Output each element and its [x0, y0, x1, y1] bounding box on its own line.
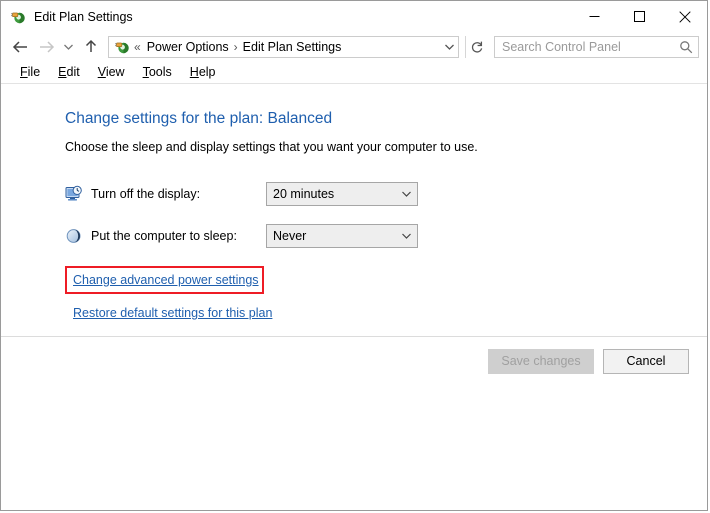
- window-empty-area: [1, 385, 707, 508]
- page-title: Change settings for the plan: Balanced: [65, 110, 707, 128]
- search-box[interactable]: [494, 36, 699, 58]
- breadcrumb-item-edit-plan-settings[interactable]: Edit Plan Settings: [243, 40, 342, 54]
- search-input[interactable]: [495, 40, 674, 54]
- menu-accel-file: F: [20, 65, 28, 79]
- minimize-button[interactable]: [572, 1, 617, 32]
- search-icon[interactable]: [674, 40, 698, 54]
- page-subtitle: Choose the sleep and display settings th…: [65, 140, 707, 154]
- menu-item-tools[interactable]: Tools: [134, 63, 181, 81]
- maximize-button[interactable]: [617, 1, 662, 32]
- menu-item-file[interactable]: File: [11, 63, 49, 81]
- forward-button[interactable]: [33, 35, 59, 59]
- breadcrumb-overflow-chevrons[interactable]: «: [134, 40, 147, 54]
- address-bar: « Power Options › Edit Plan Settings: [1, 32, 707, 61]
- put-computer-to-sleep-dropdown[interactable]: Never: [266, 224, 418, 248]
- breadcrumb-item-power-options[interactable]: Power Options: [147, 40, 229, 54]
- menu-label-file: ile: [28, 65, 41, 79]
- restore-default-settings-link[interactable]: Restore default settings for this plan: [73, 306, 272, 320]
- chevron-down-icon[interactable]: [395, 232, 417, 240]
- title-bar: Edit Plan Settings: [1, 1, 707, 32]
- menu-label-edit: dit: [67, 65, 80, 79]
- menu-bar: File Edit View Tools Help: [1, 61, 707, 83]
- breadcrumb[interactable]: « Power Options › Edit Plan Settings: [108, 36, 459, 58]
- save-changes-button[interactable]: Save changes: [488, 349, 594, 374]
- menu-item-help[interactable]: Help: [181, 63, 225, 81]
- setting-row-put-computer-to-sleep: Put the computer to sleep: Never: [65, 224, 707, 248]
- edit-plan-settings-window: Edit Plan Settings: [0, 0, 708, 511]
- put-computer-to-sleep-value: Never: [267, 229, 395, 243]
- menu-item-view[interactable]: View: [89, 63, 134, 81]
- chevron-down-icon[interactable]: [395, 190, 417, 198]
- setting-label-turn-off-display: Turn off the display:: [91, 187, 266, 201]
- breadcrumb-power-icon: [114, 39, 130, 55]
- recent-locations-button[interactable]: [59, 35, 78, 59]
- change-advanced-power-settings-link[interactable]: Change advanced power settings: [73, 273, 259, 287]
- setting-row-turn-off-display: Turn off the display: 20 minutes: [65, 182, 707, 206]
- chevron-down-icon[interactable]: [440, 37, 458, 57]
- window-title: Edit Plan Settings: [34, 10, 133, 24]
- cancel-button[interactable]: Cancel: [603, 349, 689, 374]
- display-clock-icon: [65, 185, 83, 203]
- menu-label-help: elp: [199, 65, 216, 79]
- menu-label-view: iew: [106, 65, 125, 79]
- menu-item-edit[interactable]: Edit: [49, 63, 89, 81]
- sleep-moon-icon: [65, 227, 83, 245]
- footer-button-bar: Save changes Cancel: [1, 337, 707, 385]
- content-panel: Change settings for the plan: Balanced C…: [1, 84, 707, 336]
- up-button[interactable]: [78, 35, 104, 59]
- turn-off-display-value: 20 minutes: [267, 187, 395, 201]
- menu-accel-help: H: [190, 65, 199, 79]
- turn-off-display-dropdown[interactable]: 20 minutes: [266, 182, 418, 206]
- menu-accel-view: V: [98, 65, 106, 79]
- menu-label-tools: ools: [149, 65, 172, 79]
- breadcrumb-separator[interactable]: ›: [229, 40, 243, 54]
- close-button[interactable]: [662, 1, 707, 32]
- power-plan-icon: [10, 9, 26, 25]
- advanced-settings-link-row: Change advanced power settings: [65, 266, 707, 294]
- refresh-button[interactable]: [465, 36, 488, 58]
- back-button[interactable]: [7, 35, 33, 59]
- caption-button-group: [572, 1, 707, 32]
- setting-label-put-computer-to-sleep: Put the computer to sleep:: [91, 229, 266, 243]
- menu-accel-edit: E: [58, 65, 66, 79]
- restore-defaults-link-row: Restore default settings for this plan: [65, 306, 707, 320]
